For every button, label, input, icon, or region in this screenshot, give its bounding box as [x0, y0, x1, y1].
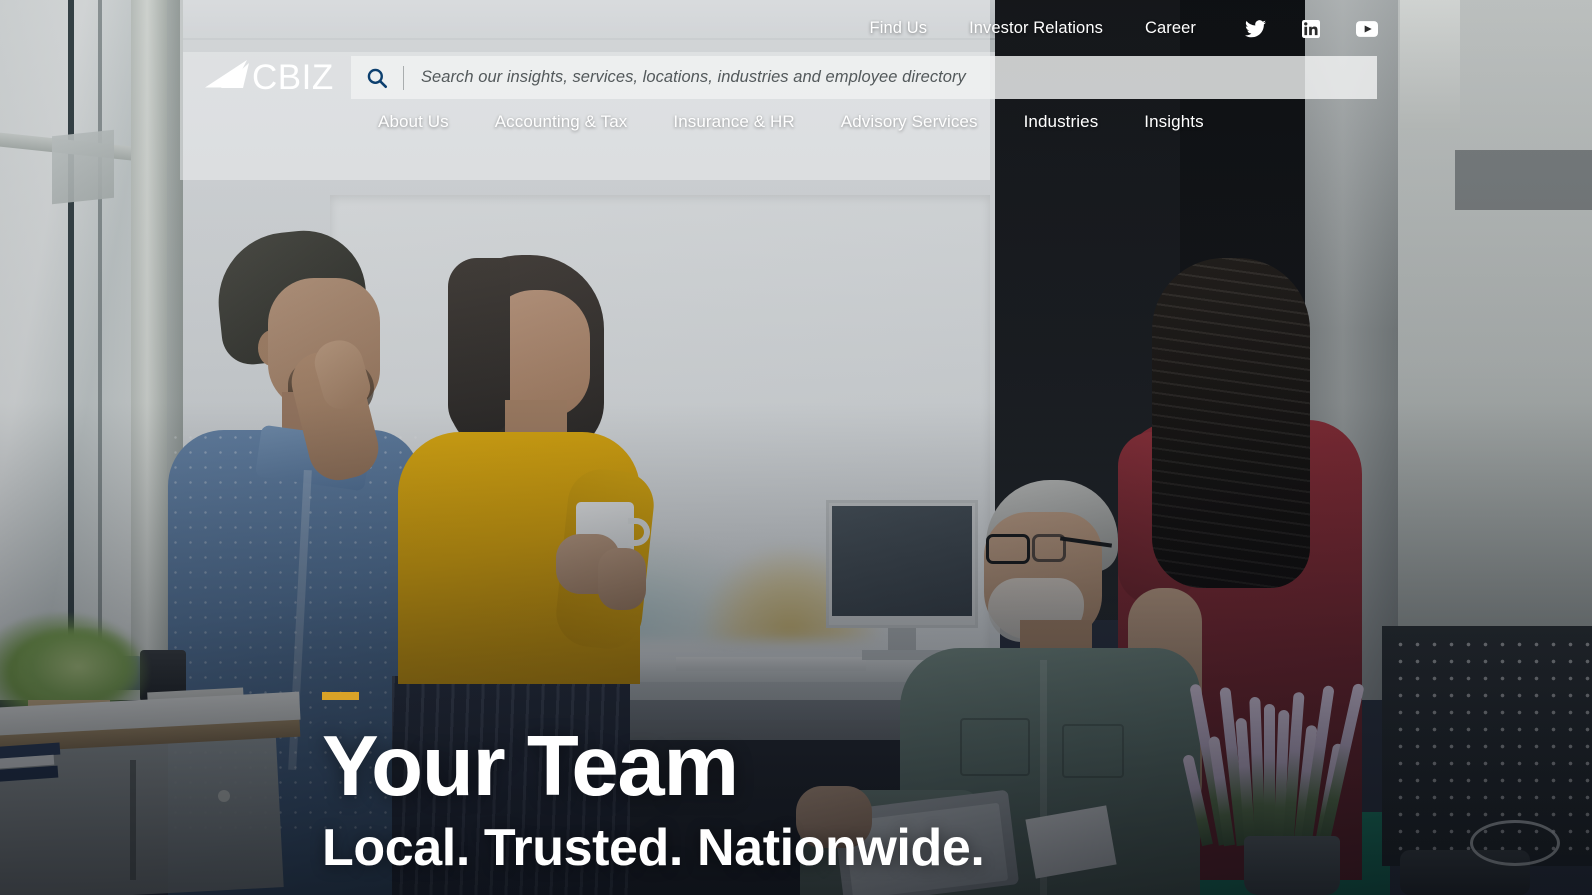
svg-text:CBIZ: CBIZ: [252, 58, 334, 97]
page-root: Find Us Investor Relations Career CBIZ S…: [0, 0, 1592, 895]
youtube-icon[interactable]: [1338, 20, 1396, 37]
nav-item-advisory-services[interactable]: Advisory Services: [818, 112, 1001, 132]
utility-nav-item-investor-relations[interactable]: Investor Relations: [948, 19, 1124, 38]
cbiz-logo[interactable]: CBIZ: [203, 54, 351, 102]
hero-subtitle: Local. Trusted. Nationwide.: [322, 818, 985, 877]
nav-item-insurance-hr[interactable]: Insurance & HR: [650, 112, 817, 132]
utility-nav-item-find-us[interactable]: Find Us: [849, 19, 949, 38]
nav-item-insights[interactable]: Insights: [1121, 112, 1226, 132]
hero-accent-bar: [322, 691, 359, 700]
twitter-icon[interactable]: [1227, 19, 1284, 38]
main-nav: About Us Accounting & Tax Insurance & HR…: [355, 105, 1227, 139]
search-icon[interactable]: [351, 67, 403, 89]
hero-content: Your Team Local. Trusted. Nationwide.: [322, 691, 985, 877]
search-input[interactable]: [404, 68, 1377, 87]
utility-nav: Find Us Investor Relations Career: [0, 0, 1592, 57]
cbiz-swoosh-logo: [205, 60, 249, 88]
search-bar[interactable]: [351, 56, 1377, 99]
hero-title: Your Team: [322, 718, 739, 814]
nav-item-industries[interactable]: Industries: [1001, 112, 1122, 132]
nav-item-accounting-tax[interactable]: Accounting & Tax: [472, 112, 651, 132]
utility-nav-item-career[interactable]: Career: [1124, 19, 1217, 38]
linkedin-icon[interactable]: [1284, 19, 1338, 38]
nav-item-about-us[interactable]: About Us: [355, 112, 472, 132]
social-links: [1227, 19, 1396, 38]
